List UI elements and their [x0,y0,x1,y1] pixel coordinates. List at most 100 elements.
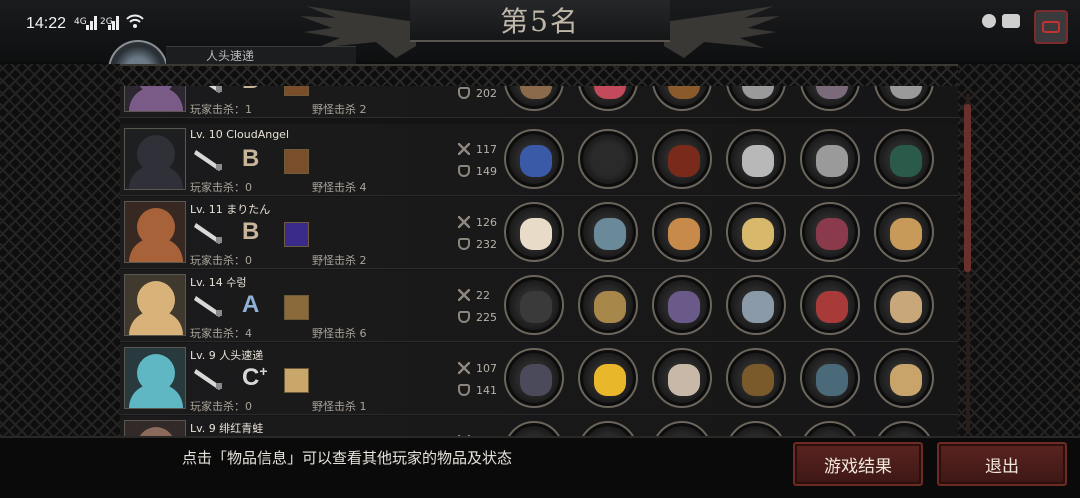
item-icon [816,218,848,250]
rank-title: 第5名 [410,0,670,42]
item-slot[interactable] [874,129,934,189]
pet-icon [284,149,309,174]
scrollbar-thumb[interactable] [964,104,971,272]
player-portrait[interactable] [124,128,186,190]
item-slot[interactable] [652,86,712,111]
item-icon [890,86,922,99]
grade-badge: B [242,145,260,172]
monster-kills: 野怪击杀 6 [312,327,367,340]
defense-stat: 202 [458,87,497,100]
item-slot[interactable] [652,129,712,189]
item-slot[interactable] [504,202,564,262]
player-list[interactable]: B 玩家击杀：1 野怪击杀 2 202 Lv. 10 CloudAngel B … [120,86,958,436]
defense-stat: 232 [458,238,497,251]
player-portrait[interactable] [124,347,186,409]
item-icon [816,86,848,99]
item-slot[interactable] [578,202,638,262]
item-slot[interactable] [874,421,934,436]
player-portrait[interactable] [124,86,186,112]
player-row[interactable]: Lv. 9 绯红青蛙 [120,416,958,436]
item-slot[interactable] [800,86,860,111]
item-slot[interactable] [652,202,712,262]
item-icon [594,364,626,396]
signal-bars-icon [108,15,122,30]
item-slot[interactable] [578,421,638,436]
player-portrait[interactable] [124,420,186,436]
item-icon [520,218,552,250]
pet-icon [284,86,309,96]
game-result-button[interactable]: 游戏结果 [793,442,923,486]
shield-icon [458,311,470,323]
item-slots [504,275,934,335]
item-slot[interactable] [504,129,564,189]
item-slot[interactable] [652,275,712,335]
gamepad-icon [1002,14,1020,28]
swords-icon [458,289,470,301]
player-row[interactable]: Lv. 9 人头速递 C+ 玩家击杀：0 野怪击杀 1 107 141 [120,343,958,415]
item-slot[interactable] [800,348,860,408]
item-slot[interactable] [578,129,638,189]
player-row[interactable]: Lv. 10 CloudAngel B 玩家击杀：0 野怪击杀 4 117 14… [120,124,958,196]
weapon-type-icon [194,296,222,317]
item-slot[interactable] [504,421,564,436]
item-icon [594,86,626,99]
player-kills: 玩家击杀：0 [190,181,252,194]
item-slot[interactable] [504,348,564,408]
shield-icon [458,87,470,99]
monster-kills: 野怪击杀 4 [312,181,367,194]
player-portrait[interactable] [124,274,186,336]
item-icon [520,364,552,396]
item-slot[interactable] [874,202,934,262]
item-icon [668,364,700,396]
item-slot[interactable] [726,202,786,262]
player-level-name: Lv. 10 CloudAngel [190,128,289,141]
player-kills: 玩家击杀：0 [190,400,252,413]
defense-stat: 149 [458,165,497,178]
item-slot[interactable] [800,202,860,262]
item-slot[interactable] [504,275,564,335]
item-icon [742,145,774,177]
item-slot[interactable] [874,86,934,111]
shield-icon [458,238,470,250]
monster-kills: 野怪击杀 2 [312,254,367,267]
item-slot[interactable] [874,348,934,408]
item-slot[interactable] [726,275,786,335]
lattice-frame-left [0,64,120,436]
attack-stat: 22 [458,289,490,302]
item-slot[interactable] [578,86,638,111]
item-slot[interactable] [726,421,786,436]
item-slot[interactable] [578,275,638,335]
item-slot[interactable] [800,421,860,436]
swords-icon [458,143,470,155]
item-slot[interactable] [874,275,934,335]
item-slot[interactable] [800,275,860,335]
item-icon [520,145,552,177]
item-slot[interactable] [800,129,860,189]
right-wing-ornament-icon [664,6,780,58]
item-slot[interactable] [504,86,564,111]
battery-icon [1034,10,1068,44]
item-icon [816,291,848,323]
exit-button[interactable]: 退出 [937,442,1067,486]
shield-icon [458,165,470,177]
player-row[interactable]: B 玩家击杀：1 野怪击杀 2 202 [120,86,958,118]
swords-icon [458,216,470,228]
item-slot[interactable] [726,129,786,189]
item-icon [668,86,700,99]
item-slot[interactable] [726,86,786,111]
attack-stat: 126 [458,216,497,229]
player-kills: 玩家击杀：0 [190,254,252,267]
player-row[interactable]: Lv. 11 まりたん B 玩家击杀：0 野怪击杀 2 126 232 [120,197,958,269]
item-slots [504,129,934,189]
item-slot[interactable] [578,348,638,408]
player-portrait[interactable] [124,201,186,263]
grade-badge: A [242,291,260,318]
item-slot[interactable] [652,421,712,436]
player-kills: 玩家击杀：1 [190,103,252,116]
item-slot[interactable] [726,348,786,408]
item-icon [742,364,774,396]
item-slot[interactable] [652,348,712,408]
player-row[interactable]: Lv. 14 수렁 A 玩家击杀：4 野怪击杀 6 22 225 [120,270,958,342]
attack-stat: 117 [458,143,497,156]
weapon-type-icon [194,223,222,244]
